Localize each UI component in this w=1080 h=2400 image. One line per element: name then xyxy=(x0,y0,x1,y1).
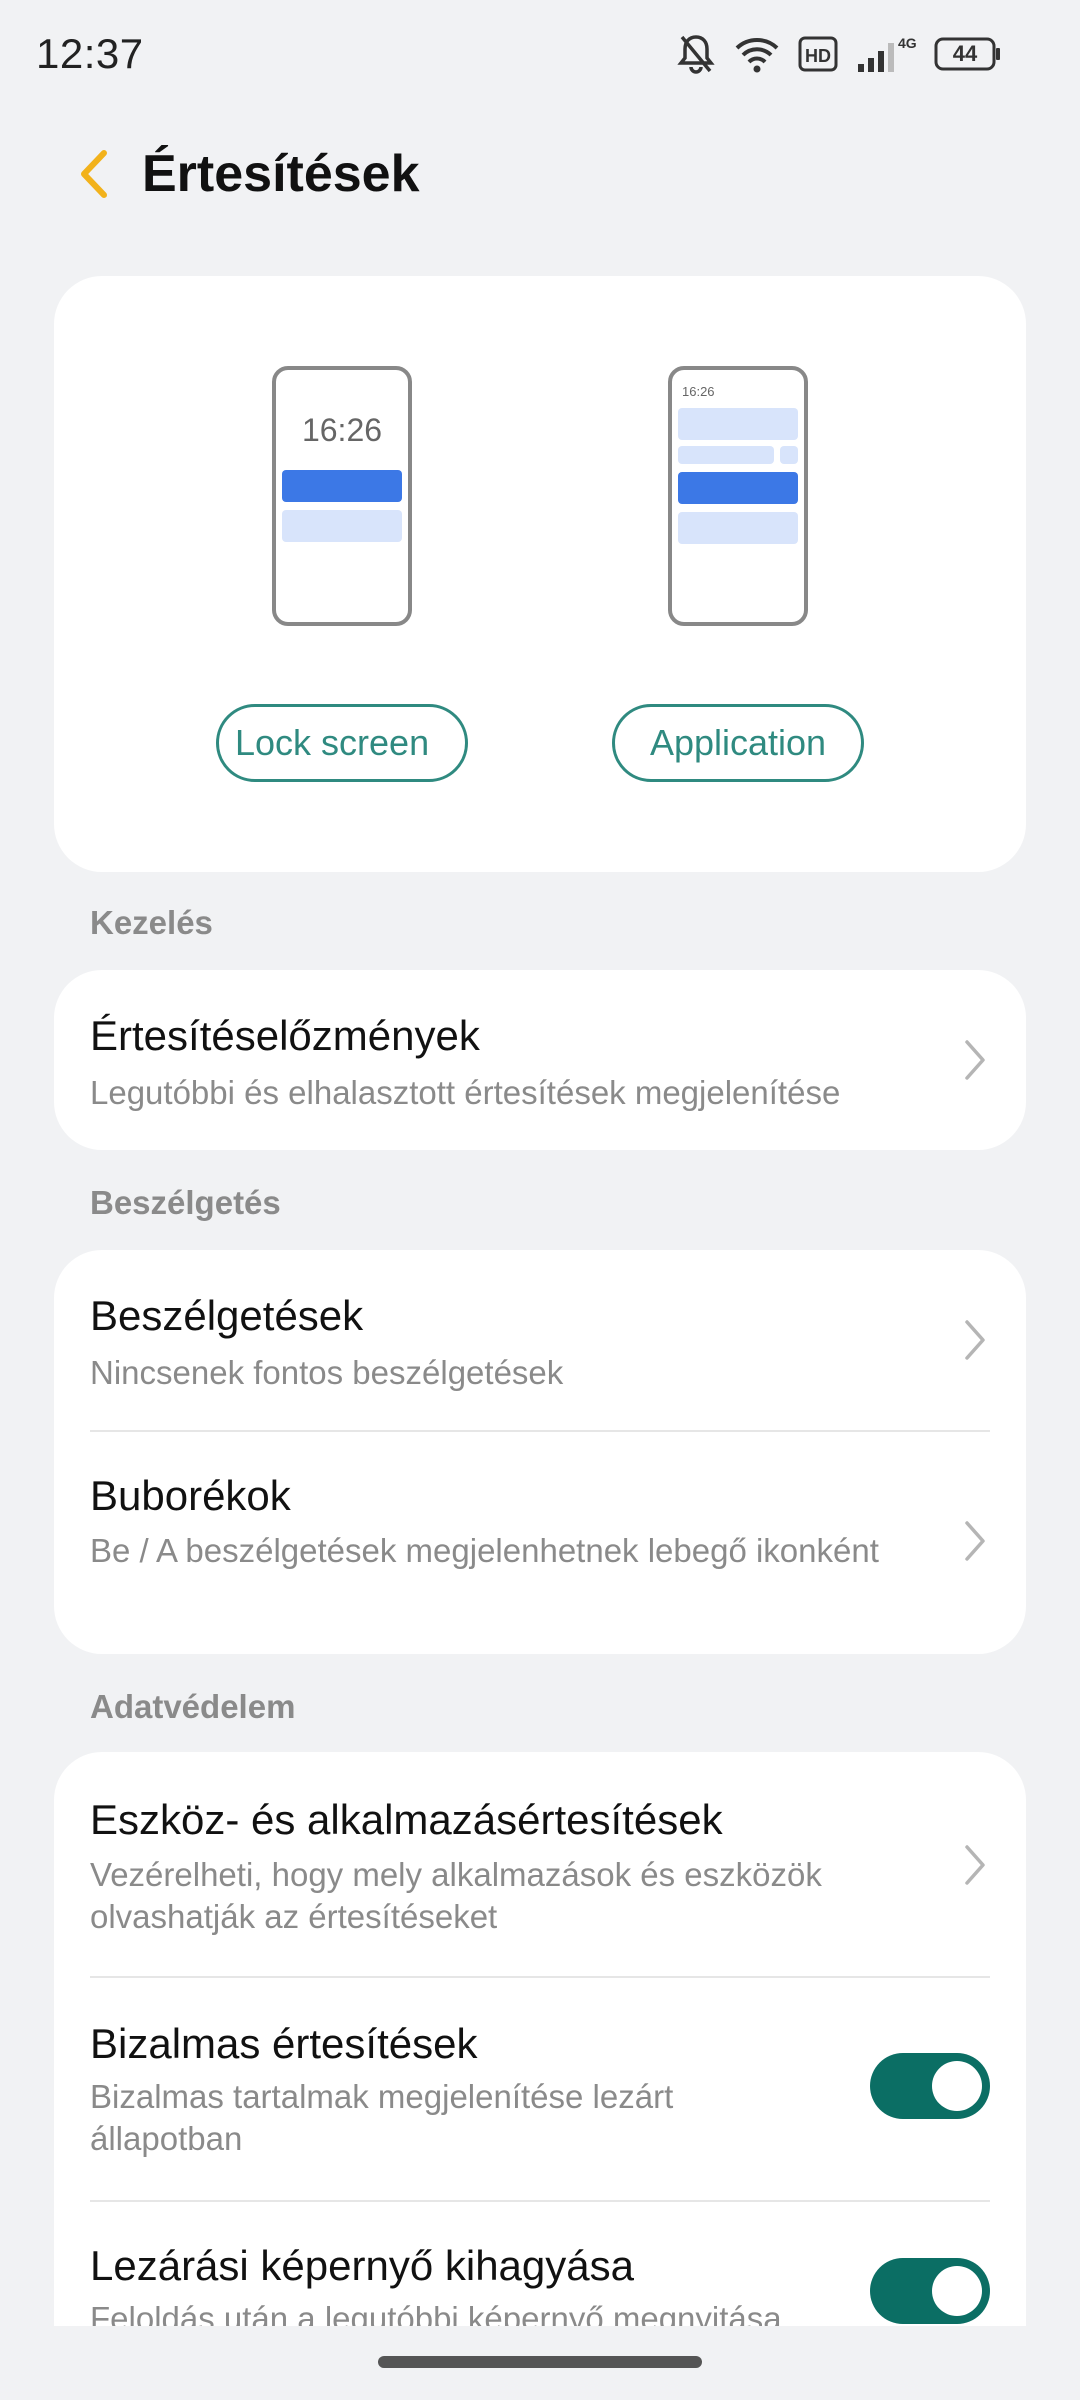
skip-lock-screen-toggle[interactable] xyxy=(870,2258,990,2324)
home-indicator[interactable] xyxy=(378,2356,702,2368)
battery-level: 44 xyxy=(952,41,978,66)
lock-preview-time: 16:26 xyxy=(301,412,383,448)
sensitive-notifications-toggle[interactable] xyxy=(870,2053,990,2119)
row-title: Beszélgetések xyxy=(90,1292,364,1339)
lock-screen-preview[interactable]: 16:26 xyxy=(272,366,412,626)
network-type: 4G xyxy=(898,35,916,51)
app-preview-bar-2 xyxy=(678,446,774,464)
row-subtitle: Legutóbbi és elhalasztott értesítések me… xyxy=(90,1074,841,1111)
lock-preview-bar-active xyxy=(282,470,402,502)
header: Értesítések xyxy=(0,130,1080,220)
hd-label: HD xyxy=(805,46,831,66)
app-preview-bar-3 xyxy=(780,446,798,464)
conversation-card: Beszélgetések Nincsenek fontos beszélget… xyxy=(54,1250,1026,1654)
status-icons: HD 4G 44 xyxy=(676,32,1002,76)
toggle-knob xyxy=(932,2266,982,2316)
status-time: 12:37 xyxy=(36,30,144,77)
battery-icon: 44 xyxy=(934,37,1002,71)
sensitive-notifications-row: Bizalmas értesítések Bizalmas tartalmak … xyxy=(54,1978,1026,2200)
page-title: Értesítések xyxy=(142,145,420,203)
notification-history-row[interactable]: Értesítéselőzmények Legutóbbi és elhalas… xyxy=(54,970,1026,1150)
wifi-icon xyxy=(734,34,780,74)
row-title: Bizalmas értesítések xyxy=(90,2020,478,2067)
chevron-right-icon xyxy=(958,1840,992,1890)
application-preview[interactable]: 16:26 xyxy=(668,366,808,626)
chevron-right-icon xyxy=(958,1035,992,1085)
notification-style-card: 16:26 16:26 Lock screen Application xyxy=(54,276,1026,872)
row-subtitle: Be / A beszélgetések megjelenhetnek lebe… xyxy=(90,1532,879,1569)
privacy-card: Eszköz- és alkalmazásértesítések Vezérel… xyxy=(54,1752,1026,2326)
device-app-notifications-row[interactable]: Eszköz- és alkalmazásértesítések Vezérel… xyxy=(54,1752,1026,1976)
bubbles-row[interactable]: Buborékok Be / A beszélgetések megjelenh… xyxy=(54,1432,1026,1654)
bell-off-icon xyxy=(676,33,716,75)
row-subtitle: Nincsenek fontos beszélgetések xyxy=(90,1354,564,1391)
section-label-conversation: Beszélgetés xyxy=(90,1184,281,1221)
row-subtitle: Feloldás után a legutóbbi képernyő megny… xyxy=(90,2300,782,2326)
skip-lock-screen-row: Lezárási képernyő kihagyása Feloldás utá… xyxy=(54,2202,1026,2326)
hd-icon: HD xyxy=(798,36,838,72)
application-button[interactable]: Application xyxy=(612,704,864,782)
conversations-row[interactable]: Beszélgetések Nincsenek fontos beszélget… xyxy=(54,1250,1026,1430)
toggle-knob xyxy=(932,2061,982,2111)
section-label-privacy: Adatvédelem xyxy=(90,1688,296,1725)
app-preview-bar-4 xyxy=(678,512,798,544)
back-button[interactable] xyxy=(66,148,122,204)
manage-card: Értesítéselőzmények Legutóbbi és elhalas… xyxy=(54,970,1026,1150)
chevron-right-icon xyxy=(958,1315,992,1365)
section-label-manage: Kezelés xyxy=(90,904,213,941)
lock-screen-button[interactable]: Lock screen xyxy=(216,704,468,782)
signal-icon: 4G xyxy=(856,34,916,74)
app-preview-time: 16:26 xyxy=(682,384,715,399)
app-preview-bar-1 xyxy=(678,408,798,440)
row-title: Eszköz- és alkalmazásértesítések xyxy=(90,1796,723,1843)
lock-preview-bar xyxy=(282,510,402,542)
row-title: Lezárási képernyő kihagyása xyxy=(90,2242,634,2289)
row-subtitle: Bizalmas tartalmak megjelenítése lezárt … xyxy=(90,2078,674,2157)
row-title: Értesítéselőzmények xyxy=(90,1012,480,1059)
row-subtitle: Vezérelheti, hogy mely alkalmazások és e… xyxy=(90,1856,822,1935)
app-preview-bar-active xyxy=(678,472,798,504)
status-bar: 12:37 HD 4G 44 xyxy=(0,0,1080,108)
chevron-right-icon xyxy=(958,1516,992,1566)
row-title: Buborékok xyxy=(90,1472,291,1519)
chevron-left-icon xyxy=(78,149,110,204)
